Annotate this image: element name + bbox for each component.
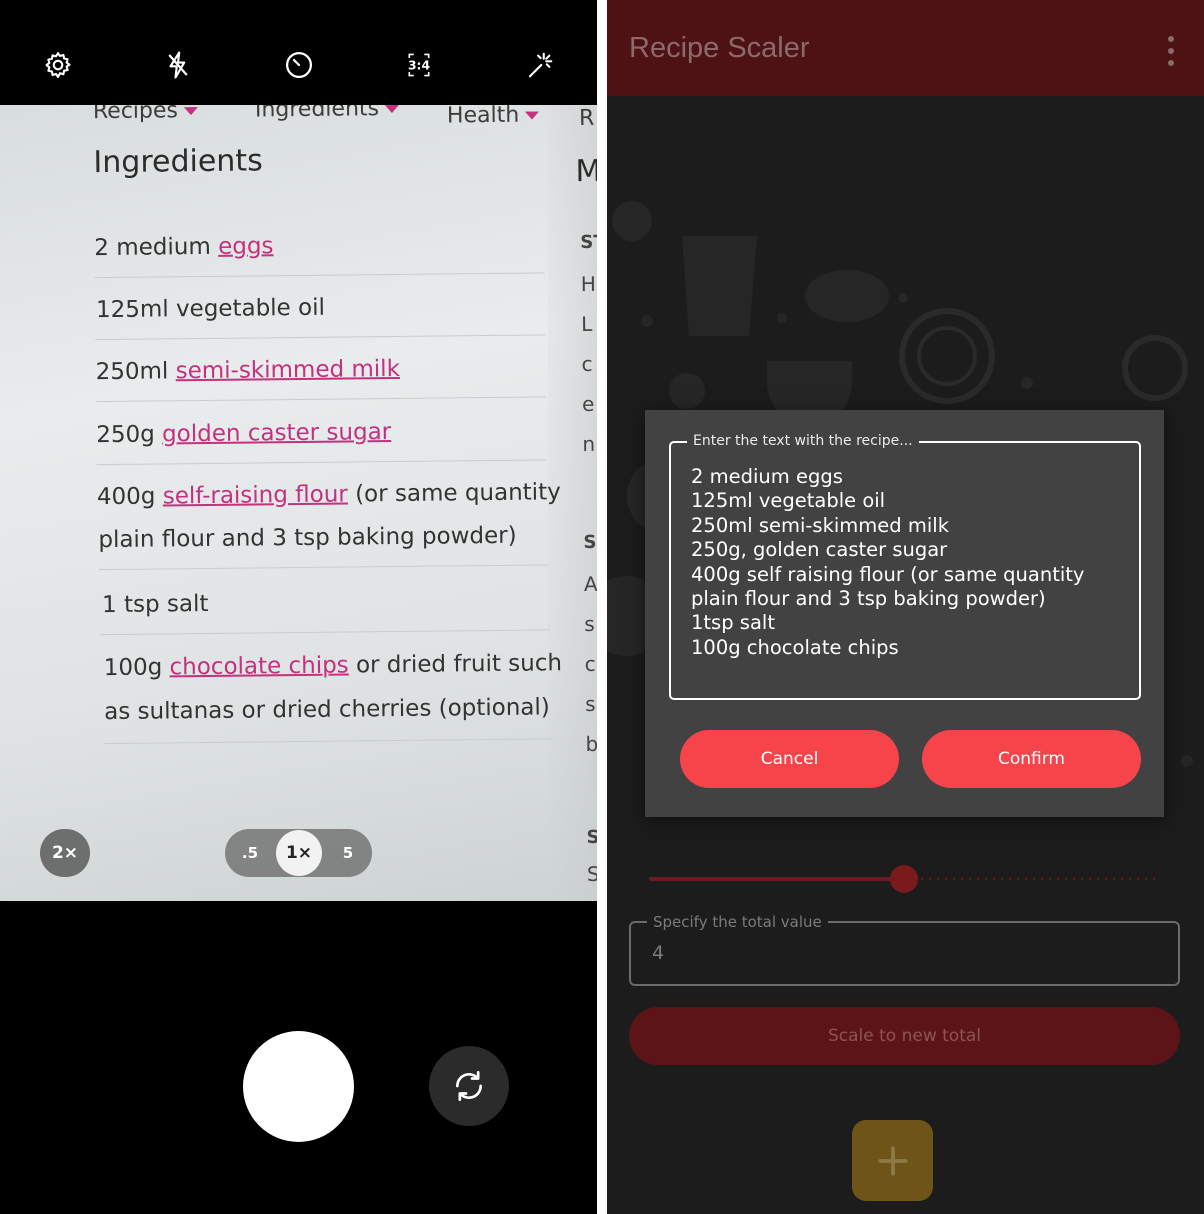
camera-screen: 3:4 Recipes Ingredients Health R Ingredi… [0, 0, 597, 1214]
photo-ingredient-line: 100g chocolate chips or dried fruit such [103, 650, 563, 682]
side-letter: b [585, 731, 597, 757]
side-letter: S [586, 861, 597, 887]
confirm-button[interactable]: Confirm [922, 730, 1141, 788]
divider [103, 738, 554, 745]
switch-camera-button[interactable] [429, 1046, 509, 1126]
recipe-textarea[interactable]: 2 medium eggs 125ml vegetable oil 250ml … [691, 465, 1131, 690]
aspect-ratio-label: 3:4 [408, 58, 431, 72]
divider [100, 629, 551, 636]
scale-slider[interactable] [649, 862, 1159, 896]
add-button[interactable] [852, 1120, 933, 1201]
photo-ingredient-line: 1 tsp salt [101, 590, 209, 619]
recipe-scaler-screen: Recipe Scaler Enter the text with the re… [607, 0, 1204, 1214]
zoom-selector: .5 1× 5 [225, 829, 372, 877]
slider-track-inactive [918, 878, 1159, 880]
photo-ingredient-line: plain flour and 3 tsp baking powder) [98, 522, 517, 554]
side-letter: S [583, 531, 597, 554]
divider [94, 272, 545, 279]
side-letter: c [581, 351, 593, 377]
zoom-option-half[interactable]: .5 [230, 829, 270, 877]
switch-camera-icon [455, 1071, 483, 1101]
slider-thumb[interactable] [890, 865, 918, 893]
zoom-option-1x[interactable]: 1× [276, 830, 322, 876]
dropdown-triangle-icon [525, 111, 540, 120]
divider [95, 334, 546, 341]
cancel-button[interactable]: Cancel [680, 730, 899, 788]
side-letter: s [585, 691, 596, 717]
side-letter: ST [580, 231, 597, 254]
total-value-input[interactable] [652, 942, 1152, 964]
total-field-label: Specify the total value [647, 913, 828, 931]
side-letter: S [586, 826, 597, 849]
photo-nav-item: Recipes [93, 105, 198, 124]
photo-nav-label: Recipes [92, 105, 179, 125]
screenshot-divider [597, 0, 607, 1214]
side-letter: H [580, 271, 596, 297]
photo-ingredient-line: 125ml vegetable oil [95, 294, 326, 324]
divider [98, 564, 549, 571]
photo-heading: Ingredients [93, 143, 263, 181]
shutter-button[interactable] [243, 1031, 354, 1142]
camera-viewfinder[interactable]: Recipes Ingredients Health R Ingredients… [0, 105, 597, 901]
timer-icon[interactable] [279, 45, 319, 85]
side-letter: c [584, 651, 596, 677]
slider-track-active [649, 877, 904, 881]
photo-ingredient-line: 400g self-raising flour (or same quantit… [96, 479, 561, 511]
recipe-field-label: Enter the text with the recipe... [687, 433, 919, 449]
app-bar: Recipe Scaler [607, 0, 1204, 96]
photo-ingredient-line: 250ml semi-skimmed milk [95, 355, 401, 386]
photo-nav-label: Health [446, 105, 520, 129]
gear-icon[interactable] [38, 45, 78, 85]
photographed-recipe-page: Recipes Ingredients Health R Ingredients… [0, 105, 597, 901]
camera-toolbar: 3:4 [0, 0, 597, 105]
flash-auto-icon[interactable] [158, 45, 198, 85]
divider [95, 396, 546, 403]
aspect-ratio-button[interactable]: 3:4 [399, 45, 439, 85]
photo-nav-partial: R [578, 105, 595, 132]
dropdown-triangle-icon [183, 107, 198, 116]
plus-icon [877, 1145, 908, 1176]
recipe-input-dialog: Enter the text with the recipe... 2 medi… [645, 410, 1164, 817]
side-letter: A [583, 571, 597, 597]
zoom-option-5x[interactable]: 5 [328, 829, 368, 877]
photo-ingredient-line: 2 medium eggs [94, 233, 274, 262]
side-letter: e [581, 391, 595, 417]
side-letter: L [581, 311, 593, 337]
photo-heading-partial: M [575, 153, 597, 190]
more-vert-icon[interactable] [1159, 36, 1183, 66]
dropdown-triangle-icon [385, 105, 400, 114]
photo-nav-item: Ingredients [254, 105, 400, 123]
side-letter: s [584, 611, 595, 637]
photo-ingredient-line: as sultanas or dried cherries (optional) [104, 694, 550, 726]
scale-to-new-total-button[interactable]: Scale to new total [629, 1007, 1180, 1065]
recipe-text-field: Enter the text with the recipe... 2 medi… [669, 433, 1141, 700]
photo-nav-item: Health [447, 105, 540, 128]
total-value-field: Specify the total value [629, 913, 1180, 986]
magic-wand-icon[interactable] [520, 45, 560, 85]
photo-ingredient-line: 250g golden caster sugar [96, 419, 392, 449]
app-title: Recipe Scaler [629, 32, 810, 64]
divider [96, 459, 547, 466]
side-letter: n [582, 431, 596, 457]
photo-nav-label: Ingredients [254, 105, 380, 123]
zoom-preset-button[interactable]: 2× [40, 829, 90, 877]
